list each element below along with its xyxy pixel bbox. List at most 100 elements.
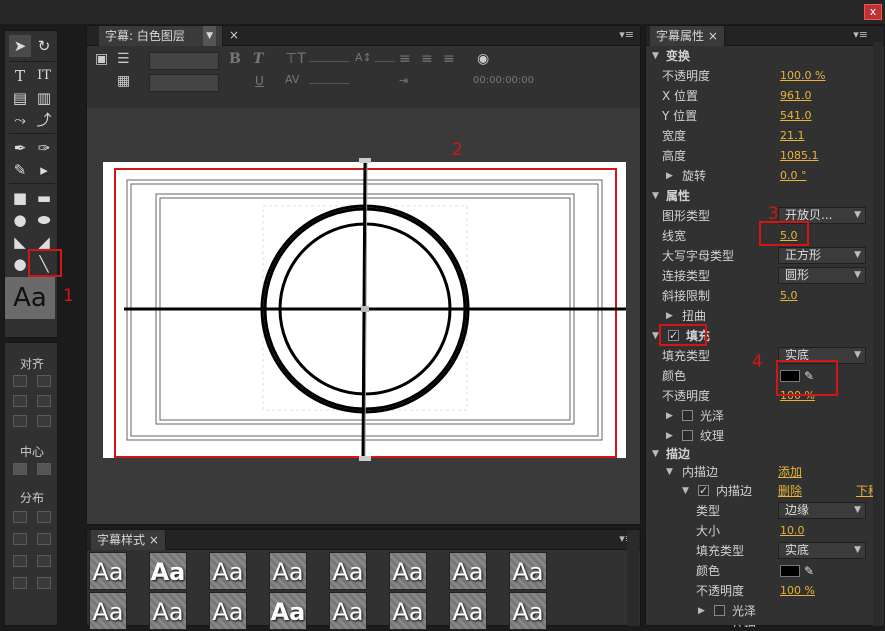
font-style-select[interactable] [149, 74, 219, 92]
opacity-value[interactable]: 100.0 % [780, 66, 825, 86]
style-swatch[interactable]: Aa [509, 592, 547, 630]
width-value[interactable]: 21.1 [780, 126, 805, 146]
align-top-icon[interactable] [37, 395, 51, 407]
stroke-size-value[interactable]: 10.0 [780, 521, 805, 541]
align-right-text-icon[interactable]: ≡ [443, 51, 455, 67]
tab-close-icon[interactable]: × [229, 28, 239, 42]
vertical-path-text-tool-icon[interactable]: ⤴ [33, 109, 55, 131]
style-swatch[interactable]: Aa [149, 552, 187, 590]
style-swatch[interactable]: Aa [209, 592, 247, 630]
vertical-text-tool-icon[interactable]: IT [33, 65, 55, 87]
inner-stroke-add-link[interactable]: 添加 [778, 462, 802, 482]
style-swatch[interactable]: Aa [329, 552, 367, 590]
distribute-vcenter-icon[interactable] [13, 555, 27, 567]
distribute-left-icon[interactable] [13, 511, 27, 523]
section-properties[interactable]: ▼ 属性 [646, 186, 885, 206]
tab-title[interactable]: 字幕: 白色图层 ▼ [99, 26, 223, 46]
stroke-color-swatch[interactable] [780, 565, 800, 577]
leading-icon[interactable]: A↕ [355, 51, 372, 64]
convert-anchor-tool-icon[interactable]: ▸ [33, 159, 55, 181]
underline-icon[interactable]: U [255, 74, 264, 88]
distribute-hcenter-icon[interactable] [37, 511, 51, 523]
title-canvas[interactable] [87, 108, 640, 524]
style-swatch[interactable]: Aa [269, 592, 307, 630]
align-vcenter-icon[interactable] [37, 375, 51, 387]
style-swatch[interactable]: Aa [329, 592, 367, 630]
clipped-rect-tool-icon[interactable]: ● [9, 209, 31, 231]
italic-icon[interactable]: T [253, 51, 263, 67]
props-menu-icon[interactable]: ▾≡ [853, 28, 868, 41]
distribute-top-icon[interactable] [37, 533, 51, 545]
texture-checkbox[interactable] [682, 430, 693, 441]
selection-tool-icon[interactable]: ➤ [9, 35, 31, 57]
distribute-bottom-icon[interactable] [37, 555, 51, 567]
stroke-fill-type-select[interactable]: 实底 [778, 542, 866, 559]
xpos-value[interactable]: 961.0 [780, 86, 812, 106]
font-family-select[interactable] [149, 52, 219, 70]
center-vertical-icon[interactable] [37, 463, 51, 475]
align-bottom-icon[interactable] [37, 415, 51, 427]
stroke-type-select[interactable]: 边缘 [778, 502, 866, 519]
close-window-button[interactable]: x [864, 4, 882, 20]
add-anchor-tool-icon[interactable]: ✎ [9, 159, 31, 181]
center-horizontal-icon[interactable] [13, 463, 27, 475]
tab-styles[interactable]: 字幕样式 × [91, 530, 166, 550]
show-background-icon[interactable]: ◉ [477, 51, 489, 67]
rotation-value[interactable]: 0.0 ° [780, 166, 807, 186]
rounded-rect-tool-icon[interactable]: ▬ [33, 187, 55, 209]
tab-dropdown-icon[interactable]: ▼ [203, 26, 216, 46]
align-hcenter-icon[interactable] [13, 415, 27, 427]
style-swatch[interactable]: Aa [449, 592, 487, 630]
kerning-icon[interactable]: AV [285, 73, 299, 86]
ypos-value[interactable]: 541.0 [780, 106, 812, 126]
style-swatch[interactable]: Aa [389, 552, 427, 590]
stroke-opacity-value[interactable]: 100 % [780, 581, 815, 601]
vertical-area-text-tool-icon[interactable]: ▥ [33, 87, 55, 109]
align-left-text-icon[interactable]: ≡ [399, 51, 411, 67]
new-title-icon[interactable]: ▣ [95, 51, 108, 67]
style-swatch[interactable]: Aa [509, 552, 547, 590]
section-stroke[interactable]: ▼ 描边 [646, 444, 885, 464]
styles-scrollbar[interactable] [627, 530, 639, 626]
distribute-even-v-icon[interactable] [37, 577, 51, 589]
pen-tool-icon[interactable]: ✒ [9, 137, 31, 159]
tab-stops-icon[interactable]: ⇥ [399, 74, 408, 87]
align-right-icon[interactable] [13, 395, 27, 407]
rounded-corner-tool-icon[interactable]: ⬬ [33, 209, 55, 231]
font-size-icon[interactable]: ⊤T [285, 51, 306, 67]
distribute-even-h-icon[interactable] [13, 577, 27, 589]
delete-anchor-tool-icon[interactable]: ✑ [33, 137, 55, 159]
style-swatch[interactable]: Aa [389, 592, 427, 630]
roll-crawl-icon[interactable]: ☰ [117, 51, 130, 67]
style-swatch[interactable]: Aa [449, 552, 487, 590]
join-type-select[interactable]: 圆形 [778, 267, 866, 284]
area-text-tool-icon[interactable]: ▤ [9, 87, 31, 109]
style-swatch[interactable]: Aa [89, 592, 127, 630]
tab-properties-close-icon[interactable]: × [708, 29, 718, 43]
rectangle-tool-icon[interactable]: ■ [9, 187, 31, 209]
sheen-checkbox[interactable] [682, 410, 693, 421]
stroke-eyedropper-icon[interactable]: ✎ [804, 561, 814, 581]
panel-menu-icon[interactable]: ▾≡ [619, 28, 634, 41]
inner-stroke-delete-link[interactable]: 删除 [778, 481, 802, 501]
tab-styles-close-icon[interactable]: × [149, 533, 159, 547]
style-swatch[interactable]: Aa [269, 552, 307, 590]
cap-type-select[interactable]: 正方形 [778, 247, 866, 264]
style-swatch[interactable]: Aa [209, 552, 247, 590]
style-swatch[interactable]: Aa [89, 552, 127, 590]
align-left-icon[interactable] [13, 375, 27, 387]
rotate-tool-icon[interactable]: ↻ [33, 35, 55, 57]
templates-icon[interactable]: ▦ [117, 73, 130, 89]
style-swatch[interactable]: Aa [149, 592, 187, 630]
text-tool-icon[interactable]: T [9, 65, 31, 87]
section-transform[interactable]: ▼ 变换 [646, 46, 885, 66]
height-value[interactable]: 1085.1 [780, 146, 819, 166]
stroke-sheen-checkbox[interactable] [714, 605, 725, 616]
align-center-text-icon[interactable]: ≡ [421, 51, 433, 67]
tab-properties[interactable]: 字幕属性 × [650, 26, 725, 46]
bold-icon[interactable]: B [229, 51, 241, 67]
inner-stroke-checkbox[interactable]: ✓ [698, 484, 709, 497]
path-text-tool-icon[interactable]: ⤳ [9, 109, 31, 131]
distribute-right-icon[interactable] [13, 533, 27, 545]
miter-limit-value[interactable]: 5.0 [780, 286, 798, 306]
